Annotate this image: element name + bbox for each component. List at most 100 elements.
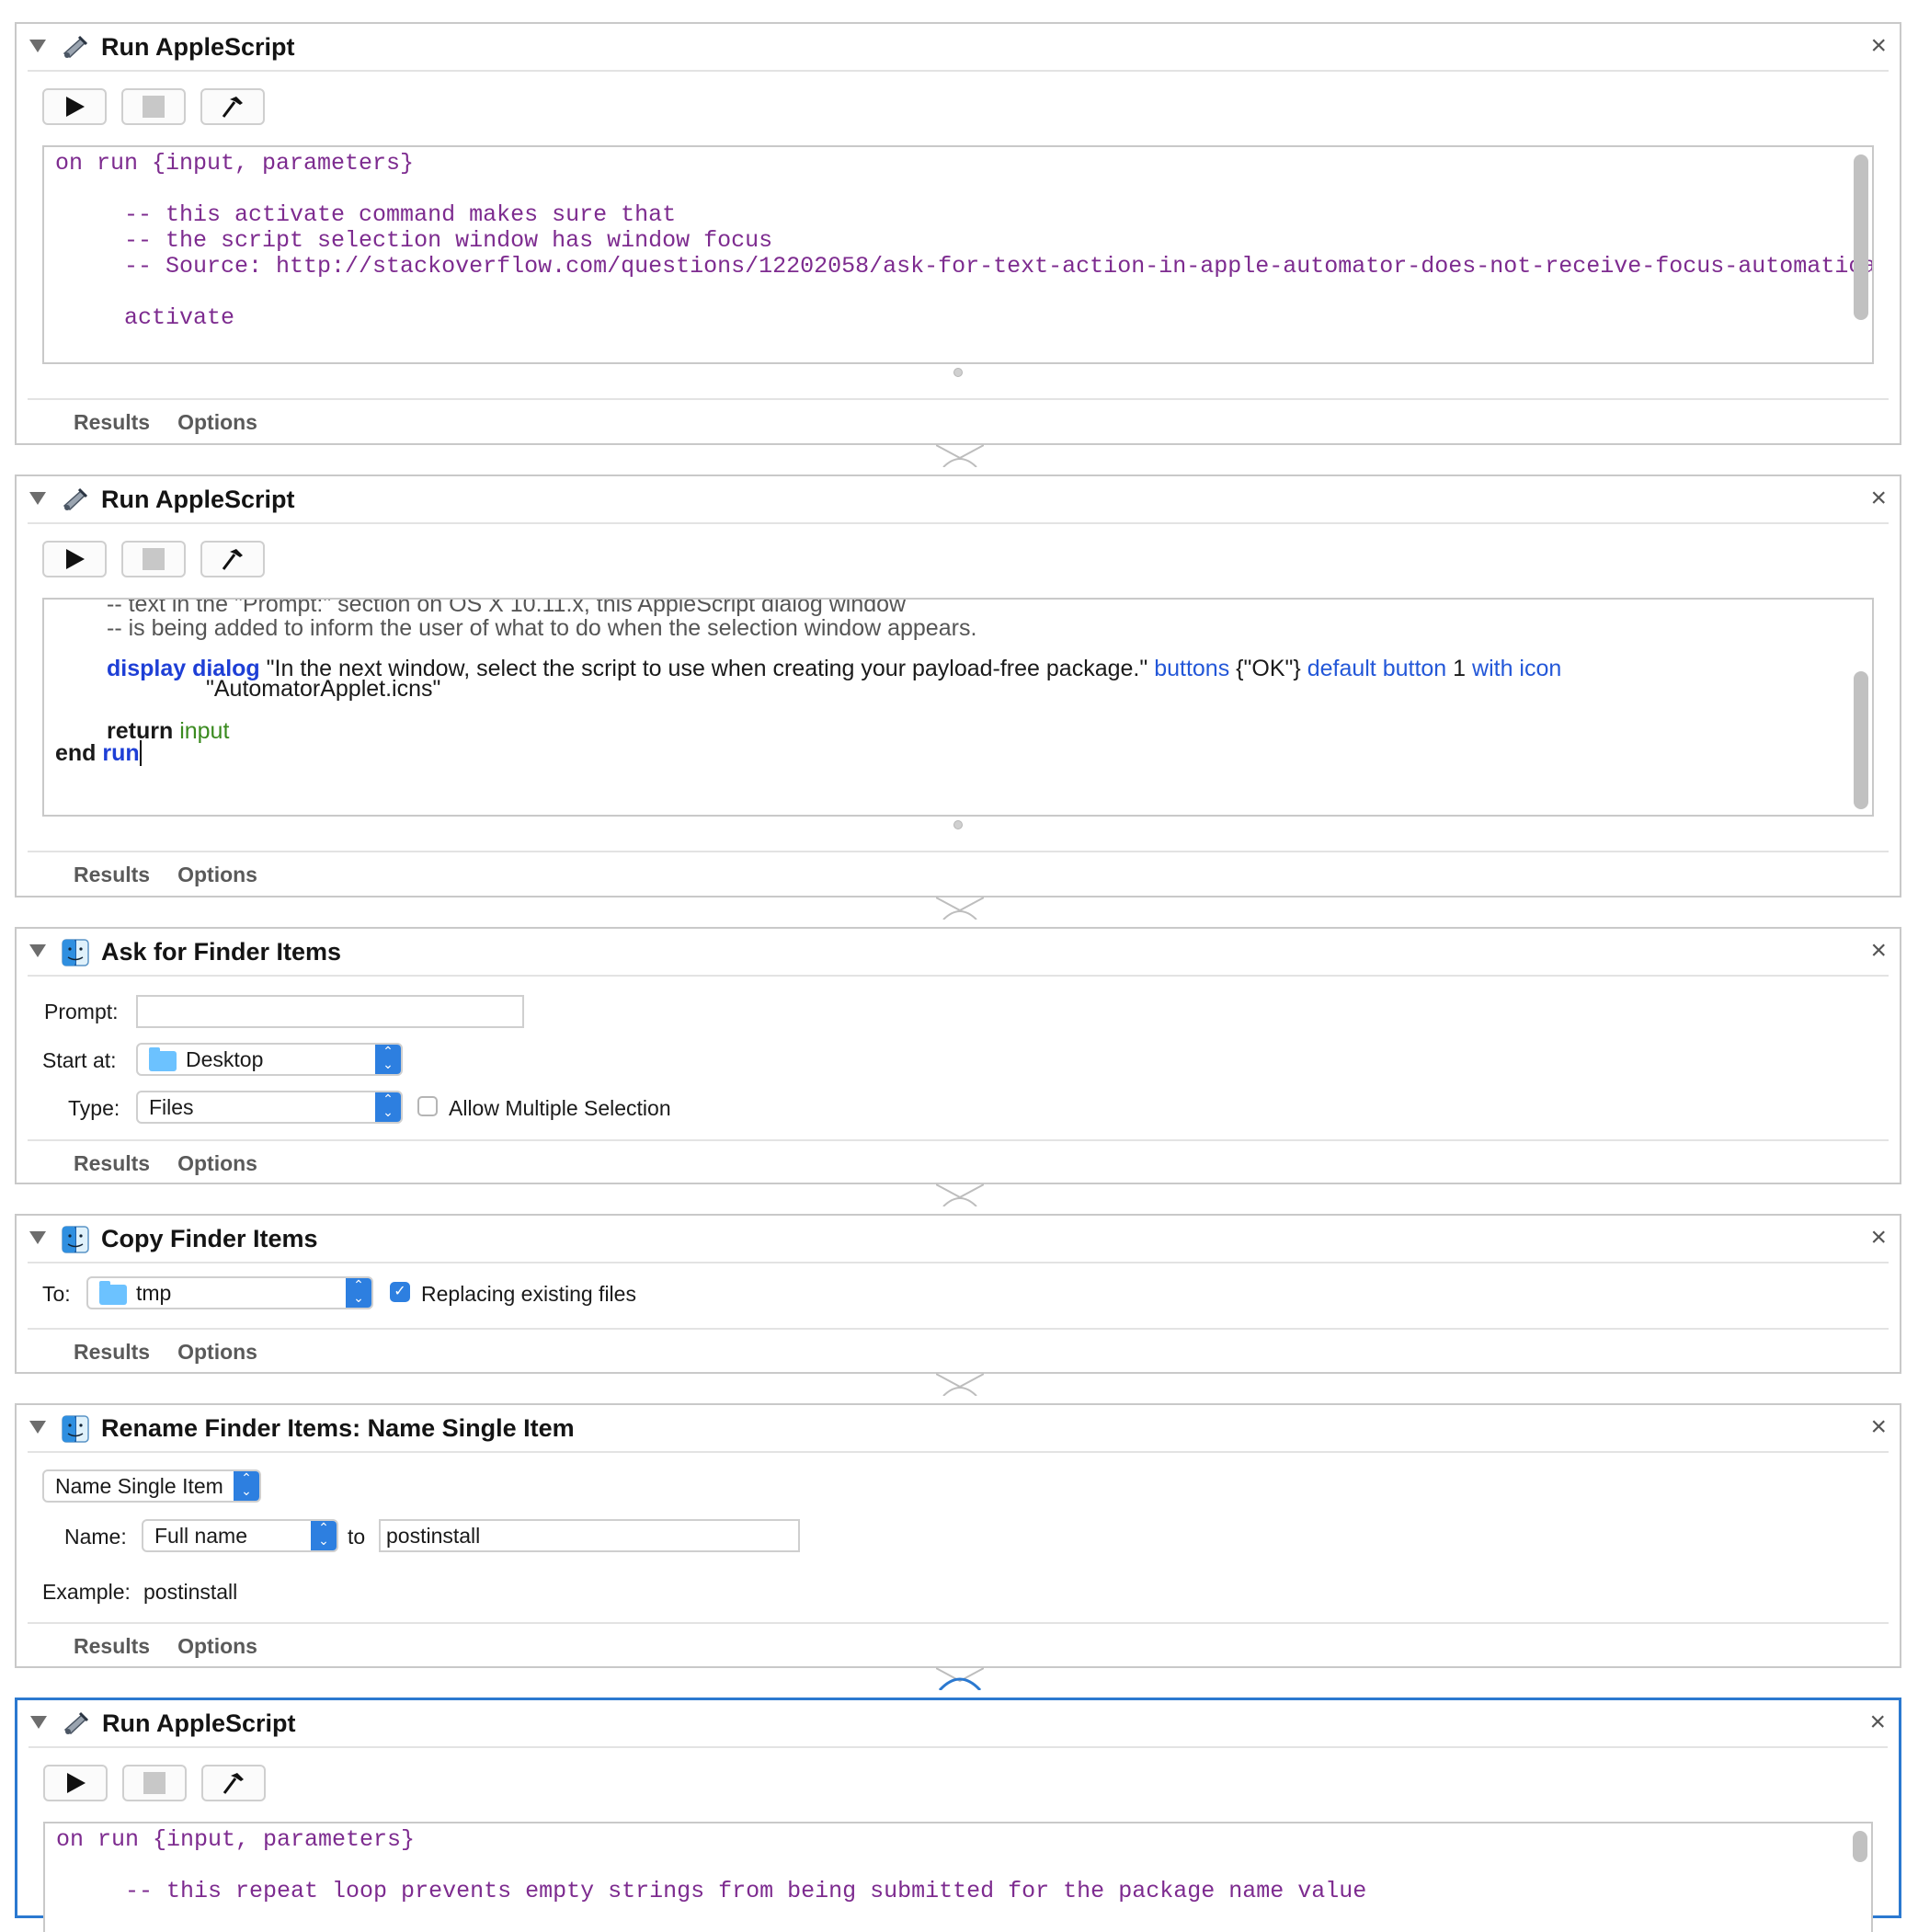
close-icon[interactable]: × — [1870, 1221, 1887, 1254]
text-caret — [139, 740, 142, 766]
action-tabs: Results Options — [74, 863, 285, 887]
scrollbar[interactable] — [1854, 671, 1868, 809]
close-icon[interactable]: × — [1870, 934, 1887, 967]
divider — [28, 1262, 1889, 1263]
action-run-applescript-3[interactable]: Run AppleScript × on run {input, paramet… — [15, 1698, 1901, 1932]
to-label: to — [348, 1525, 366, 1549]
action-tabs: Results Options — [74, 410, 285, 435]
action-run-applescript-2[interactable]: Run AppleScript × -- text in the "Prompt… — [15, 474, 1901, 897]
to-value: tmp — [136, 1281, 172, 1305]
script-icon — [63, 1711, 89, 1734]
resize-grip[interactable] — [953, 368, 963, 377]
action-header[interactable]: Ask for Finder Items × — [17, 929, 1900, 975]
run-button[interactable] — [42, 541, 107, 577]
disclosure-triangle-icon[interactable] — [29, 1421, 46, 1434]
divider — [29, 1746, 1888, 1748]
divider — [28, 1328, 1889, 1330]
allow-multiple-checkbox[interactable] — [417, 1096, 438, 1116]
code-comment-line: -- is being added to inform the user of … — [107, 614, 976, 642]
action-title: Run AppleScript — [102, 1709, 296, 1737]
action-rename-finder-items[interactable]: Rename Finder Items: Name Single Item × … — [15, 1403, 1901, 1668]
divider — [28, 1139, 1889, 1141]
code-icon-line: "AutomatorApplet.icns" — [206, 675, 440, 703]
rename-mode-value: Name Single Item — [55, 1474, 223, 1498]
code-keyword: with icon — [1472, 656, 1562, 681]
script-editor[interactable]: on run {input, parameters} -- this repea… — [43, 1822, 1873, 1932]
compile-button[interactable] — [200, 88, 265, 125]
tab-results[interactable]: Results — [74, 1151, 150, 1175]
compile-button[interactable] — [200, 541, 265, 577]
code-number: 1 — [1453, 656, 1467, 681]
finder-icon — [62, 1226, 89, 1253]
disclosure-triangle-icon[interactable] — [29, 492, 46, 505]
disclosure-triangle-icon[interactable] — [29, 40, 46, 52]
prompt-input[interactable] — [136, 995, 524, 1028]
script-editor[interactable]: -- text in the "Prompt:" section on OS X… — [42, 598, 1874, 817]
action-header[interactable]: Run AppleScript × — [17, 24, 1900, 70]
play-icon — [67, 1773, 86, 1793]
run-button[interactable] — [43, 1765, 108, 1801]
allow-multiple-label: Allow Multiple Selection — [449, 1096, 671, 1120]
script-editor[interactable]: on run {input, parameters} -- this activ… — [42, 145, 1874, 364]
tab-results[interactable]: Results — [74, 1634, 150, 1658]
action-copy-finder-items[interactable]: Copy Finder Items × To: tmp ⌃ ⌄ ✓ Replaci… — [15, 1214, 1901, 1374]
tab-results[interactable]: Results — [74, 1340, 150, 1364]
play-icon — [66, 97, 85, 117]
script-icon — [63, 487, 88, 510]
resize-grip[interactable] — [953, 820, 963, 829]
tab-options[interactable]: Options — [177, 1340, 257, 1364]
divider — [28, 522, 1889, 524]
tab-options[interactable]: Options — [177, 1634, 257, 1658]
action-header[interactable]: Run AppleScript × — [17, 476, 1900, 522]
tab-options[interactable]: Options — [177, 1151, 257, 1175]
disclosure-triangle-icon[interactable] — [29, 1231, 46, 1244]
to-label: To: — [42, 1282, 71, 1306]
type-popup[interactable]: Files ⌃ ⌄ — [136, 1091, 403, 1124]
divider — [28, 398, 1889, 400]
action-connector — [936, 897, 984, 920]
tab-results[interactable]: Results — [74, 863, 150, 886]
code-string: {"OK"} — [1236, 656, 1301, 681]
action-header[interactable]: Rename Finder Items: Name Single Item × — [17, 1405, 1900, 1451]
action-title: Run AppleScript — [101, 33, 295, 61]
action-ask-for-finder-items[interactable]: Ask for Finder Items × Prompt: Start at:… — [15, 927, 1901, 1184]
disclosure-triangle-icon[interactable] — [30, 1716, 47, 1729]
action-run-applescript-1[interactable]: Run AppleScript × on run {input, paramet… — [15, 22, 1901, 445]
stop-button[interactable] — [121, 88, 186, 125]
compile-button[interactable] — [201, 1765, 266, 1801]
stop-button[interactable] — [121, 541, 186, 577]
new-name-input[interactable]: postinstall — [379, 1519, 800, 1552]
action-connector — [936, 1373, 984, 1396]
start-at-popup[interactable]: Desktop ⌃ ⌄ — [136, 1043, 403, 1076]
divider — [28, 70, 1889, 72]
divider — [28, 851, 1889, 852]
prompt-label: Prompt: — [44, 1000, 119, 1023]
to-popup[interactable]: tmp ⌃ ⌄ — [86, 1276, 373, 1309]
finder-icon — [62, 939, 89, 966]
close-icon[interactable]: × — [1869, 1706, 1886, 1739]
name-popup[interactable]: Full name ⌃ ⌄ — [142, 1519, 338, 1552]
stop-button[interactable] — [122, 1765, 187, 1801]
hammer-icon — [222, 97, 243, 118]
scrollbar[interactable] — [1853, 1831, 1867, 1862]
replacing-existing-checkbox[interactable]: ✓ — [390, 1282, 410, 1302]
action-tabs: Results Options — [74, 1634, 285, 1659]
run-button[interactable] — [42, 88, 107, 125]
tab-options[interactable]: Options — [177, 410, 257, 434]
scrollbar[interactable] — [1854, 154, 1868, 320]
code-keyword: buttons — [1154, 656, 1230, 681]
close-icon[interactable]: × — [1870, 29, 1887, 63]
action-connector-selected — [936, 1667, 984, 1690]
rename-mode-popup[interactable]: Name Single Item ⌃ ⌄ — [42, 1469, 261, 1503]
play-icon — [66, 549, 85, 569]
disclosure-triangle-icon[interactable] — [29, 944, 46, 957]
close-icon[interactable]: × — [1870, 1411, 1887, 1444]
action-connector — [936, 1183, 984, 1206]
action-header[interactable]: Run AppleScript × — [17, 1700, 1899, 1746]
action-header[interactable]: Copy Finder Items × — [17, 1216, 1900, 1262]
example-label: Example: — [42, 1580, 131, 1604]
tab-results[interactable]: Results — [74, 410, 150, 434]
tab-options[interactable]: Options — [177, 863, 257, 886]
chevron-updown-icon: ⌃ ⌄ — [234, 1471, 259, 1501]
close-icon[interactable]: × — [1870, 482, 1887, 515]
